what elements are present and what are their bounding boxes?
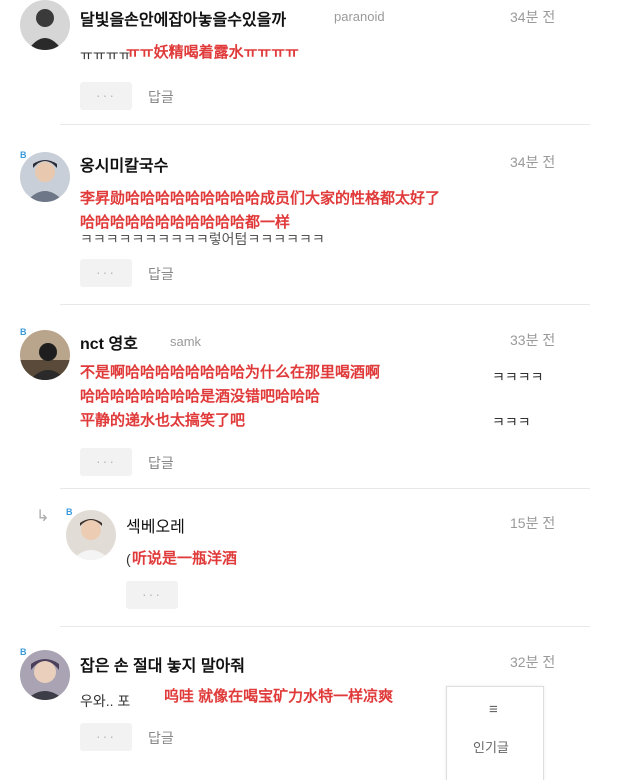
comment-body-continued: ㅋㅋㅋ <box>492 414 531 430</box>
more-button[interactable]: ··· <box>80 723 132 751</box>
overlay-caption: 听说是一瓶洋酒 <box>132 550 238 567</box>
divider <box>60 626 590 627</box>
rank-badge: B <box>20 150 27 160</box>
more-button[interactable]: ··· <box>80 259 132 287</box>
comment-time: 33분 전 <box>510 332 556 348</box>
reply-arrow-icon: ↳ <box>36 508 50 525</box>
more-button[interactable]: ··· <box>126 581 178 609</box>
comment-author[interactable]: 달빛을손안에잡아놓을수있을까 <box>80 6 286 30</box>
comment-time: 34분 전 <box>510 154 556 170</box>
divider <box>60 488 590 489</box>
comment-time: 15분 전 <box>510 515 556 531</box>
comment-author[interactable]: 섹베오레 <box>126 513 185 537</box>
comment-time: 34분 전 <box>510 9 556 25</box>
menu-icon: ≡ <box>489 701 498 718</box>
comment-author-sub: paranoid <box>334 9 385 24</box>
divider <box>60 304 590 305</box>
popular-posts-button[interactable]: ≡ 인기글 <box>446 686 544 780</box>
comment-body: ( <box>126 551 131 567</box>
more-button[interactable]: ··· <box>80 448 132 476</box>
rank-badge: B <box>20 647 27 657</box>
overlay-caption: 不是啊哈哈哈哈哈哈哈哈为什么在那里喝酒啊 <box>80 364 381 381</box>
comment-body: ㅠㅠㅠㅠ <box>80 47 132 63</box>
reply-button[interactable]: 답글 <box>148 87 174 107</box>
avatar[interactable] <box>20 152 70 202</box>
reply-button[interactable]: 답글 <box>148 728 174 748</box>
divider <box>60 124 590 125</box>
avatar[interactable] <box>20 0 70 50</box>
more-button[interactable]: ··· <box>80 82 132 110</box>
overlay-caption: 哈哈哈哈哈哈哈哈哈哈哈都一样 <box>80 214 291 231</box>
reply-button[interactable]: 답글 <box>148 453 174 473</box>
comment-body: ㅋㅋㅋㅋ <box>492 369 544 385</box>
overlay-caption: 李昇勋哈哈哈哈哈哈哈哈哈成员们大家的性格都太好了 <box>80 190 441 207</box>
avatar[interactable] <box>66 510 116 560</box>
overlay-caption: 哈哈哈哈哈哈哈哈是酒没错吧哈哈哈 <box>80 388 321 405</box>
avatar[interactable] <box>20 650 70 700</box>
comment-author[interactable]: 잡은 손 절대 놓지 말아줘 <box>80 652 245 676</box>
comment-body: 우와.. 포 <box>80 693 131 709</box>
overlay-caption: 呜哇 就像在喝宝矿力水特一样凉爽 <box>164 688 394 705</box>
popular-posts-label: 인기글 <box>473 740 509 755</box>
rank-badge: B <box>66 507 73 517</box>
rank-badge: B <box>20 327 27 337</box>
overlay-caption: ㅠㅠ妖精喝着露水ㅠㅠㅠㅠ <box>126 44 299 61</box>
comment-author-sub: samk <box>170 334 202 349</box>
comment-time: 32분 전 <box>510 654 556 670</box>
comment-author[interactable]: 옹시미칼국수 <box>80 152 168 176</box>
reply-button[interactable]: 답글 <box>148 264 174 284</box>
comment-author[interactable]: nct 영호 <box>80 330 138 354</box>
avatar[interactable] <box>20 330 70 380</box>
overlay-caption: 平静的递水也太搞笑了吧 <box>80 412 246 429</box>
comment-list: 달빛을손안에잡아놓을수있을까 paranoid 34분 전 ㅠㅠㅠㅠ ㅠㅠ妖精喝… <box>0 0 635 780</box>
